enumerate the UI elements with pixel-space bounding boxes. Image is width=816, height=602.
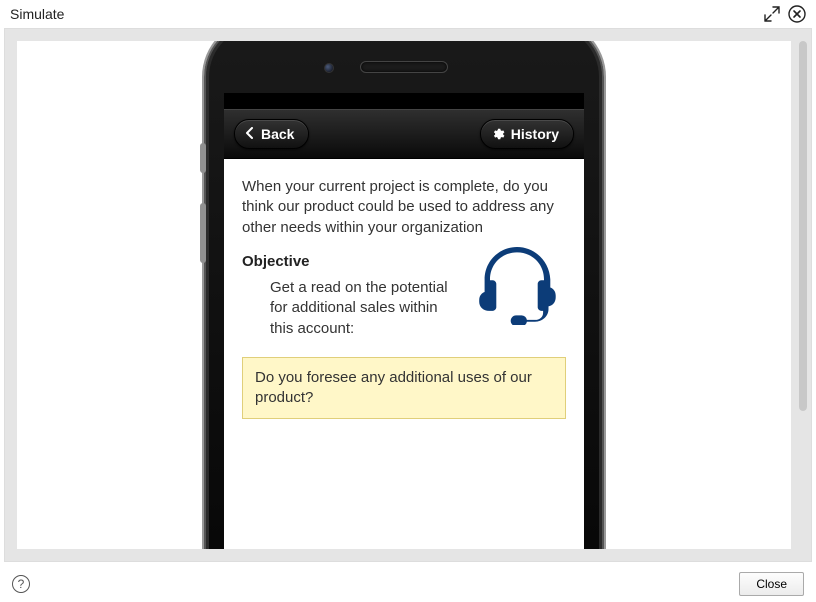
phone-screen: Back History When your current project i… <box>224 93 584 549</box>
earpiece-icon <box>360 61 448 73</box>
prompt-box: Do you foresee any additional uses of ou… <box>242 357 566 420</box>
phone-frame: Back History When your current project i… <box>204 41 604 549</box>
headset-icon <box>472 241 562 331</box>
back-button[interactable]: Back <box>234 119 309 149</box>
camera-dot-icon <box>324 63 334 73</box>
app-nav-bar: Back History <box>224 109 584 159</box>
preview-canvas: Back History When your current project i… <box>17 41 791 549</box>
back-button-label: Back <box>261 126 294 142</box>
scrollbar-thumb[interactable] <box>799 41 807 411</box>
close-button[interactable]: Close <box>739 572 804 596</box>
dialog-footer: ? Close <box>0 564 816 602</box>
app-body: When your current project is complete, d… <box>224 159 584 549</box>
scrollbar[interactable] <box>799 41 807 411</box>
help-icon[interactable]: ? <box>12 575 30 593</box>
history-button-label: History <box>511 126 559 142</box>
close-icon[interactable] <box>788 5 806 23</box>
expand-icon[interactable] <box>764 6 780 22</box>
window-title: Simulate <box>10 6 64 22</box>
gear-icon <box>491 127 505 141</box>
prompt-text: Do you foresee any additional uses of ou… <box>255 369 532 406</box>
objective-text: Get a read on the potential for addition… <box>270 278 456 339</box>
history-button[interactable]: History <box>480 119 574 149</box>
intro-text: When your current project is complete, d… <box>242 177 566 238</box>
chevron-left-icon <box>245 126 255 142</box>
window-titlebar: Simulate <box>0 0 816 28</box>
content-area: Back History When your current project i… <box>4 28 812 562</box>
status-strip <box>224 93 584 109</box>
